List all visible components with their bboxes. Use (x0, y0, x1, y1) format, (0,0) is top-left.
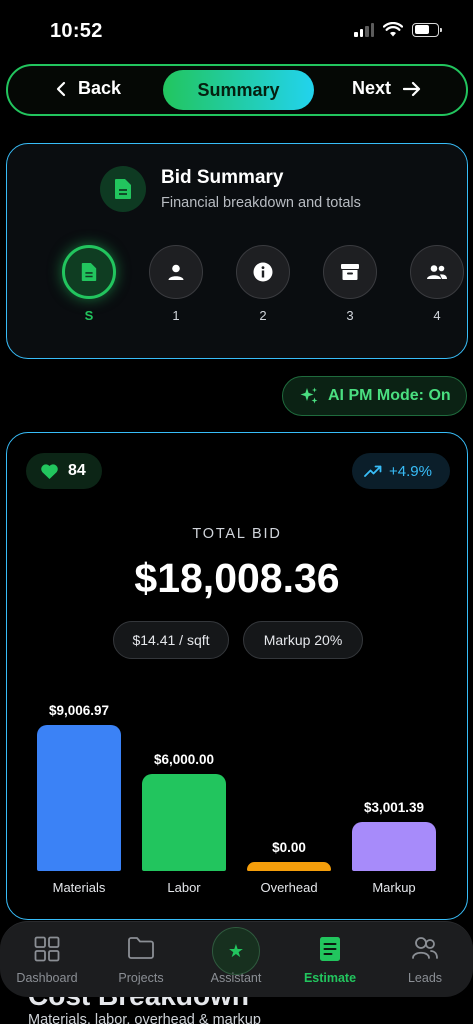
tab-estimate[interactable]: Estimate (283, 922, 377, 998)
next-button[interactable]: Next (352, 78, 421, 99)
step-summary-button[interactable] (62, 245, 116, 299)
tab-assistant[interactable]: Assistant (189, 922, 283, 998)
step-label-4: 4 (433, 308, 441, 323)
bar-markup (352, 822, 436, 871)
total-bid-card: 84 +4.9% TOTAL BID $18,008.36 $14.41 / s… (6, 432, 468, 920)
battery-icon (412, 22, 442, 37)
arrow-right-icon (403, 81, 421, 96)
tab-dashboard[interactable]: Dashboard (0, 922, 94, 998)
document-icon (81, 263, 97, 281)
user-icon (168, 264, 184, 280)
bar-value-label-overhead: $0.00 (272, 840, 306, 855)
bar-overhead (247, 862, 331, 871)
summary-step-button[interactable]: Summary (163, 70, 314, 110)
ai-pm-mode-label: AI PM Mode: On (328, 387, 451, 404)
tab-leads[interactable]: Leads (378, 922, 472, 998)
step-3-button[interactable] (323, 245, 377, 299)
info-icon (253, 262, 273, 282)
bar-category-label-overhead: Overhead (260, 880, 318, 895)
step-4-button[interactable] (410, 245, 464, 299)
bar-category-label-markup: Markup (372, 880, 416, 895)
step-2-button[interactable] (236, 245, 290, 299)
page-title: Bid Summary (161, 167, 284, 188)
users-icon (427, 265, 447, 279)
page-subtitle: Financial breakdown and totals (161, 195, 361, 211)
status-time: 10:52 (50, 20, 103, 42)
step-label-summary: S (84, 308, 94, 323)
step-label-3: 3 (346, 308, 354, 323)
grid-icon (34, 936, 60, 962)
step-navigation: Back Summary Next (6, 64, 468, 116)
price-per-sqft-chip: $14.41 / sqft (113, 621, 229, 659)
tab-label: Assistant (210, 971, 262, 985)
cellular-signal-icon (354, 22, 374, 37)
step-label-1: 1 (172, 308, 180, 323)
bottom-tab-bar: Dashboard Projects ★ Assistant Estimate (0, 921, 473, 997)
health-score-value: 84 (68, 462, 86, 479)
back-button[interactable]: Back (56, 78, 121, 99)
status-bar: 10:52 (0, 0, 473, 62)
document-icon (100, 166, 146, 212)
trending-up-icon (364, 465, 382, 477)
document-icon (320, 937, 340, 961)
total-bid-value: $18,008.36 (134, 555, 340, 601)
bar-category-label-materials: Materials (52, 880, 106, 895)
back-label: Back (78, 78, 122, 98)
bar-value-label-labor: $6,000.00 (153, 751, 215, 767)
tab-label: Estimate (303, 971, 357, 985)
sparkles-icon (300, 387, 318, 404)
bar-value-label-markup: $3,001.39 (363, 800, 425, 816)
next-label: Next (352, 78, 392, 98)
markup-chip: Markup 20% (243, 621, 363, 659)
bar-category-label-labor: Labor (167, 880, 201, 895)
bar-labor (142, 773, 226, 871)
bar-value-label-materials: $9,006.97 (48, 703, 110, 718)
chevron-left-icon (56, 81, 66, 96)
wifi-icon (383, 22, 403, 37)
health-score-badge: 84 (26, 453, 102, 489)
bid-summary-header-card: Bid Summary Financial breakdown and tota… (6, 143, 468, 359)
folder-icon (128, 937, 154, 959)
cost-breakdown-subtitle: Materials, labor, overhead & markup (28, 1012, 261, 1024)
bar-materials (37, 725, 121, 871)
heart-icon (41, 463, 58, 479)
ai-pm-mode-toggle[interactable]: AI PM Mode: On (282, 376, 467, 416)
status-icons (354, 22, 442, 37)
tab-projects[interactable]: Projects (94, 922, 188, 998)
trend-value: +4.9% (389, 462, 432, 480)
tab-label: Projects (118, 971, 164, 985)
total-bid-label: TOTAL BID (192, 526, 282, 542)
step-label-2: 2 (259, 308, 267, 323)
trend-badge: +4.9% (352, 453, 450, 489)
tab-label: Dashboard (16, 971, 78, 985)
archive-icon (341, 264, 359, 280)
tab-label: Leads (407, 971, 443, 985)
step-1-button[interactable] (149, 245, 203, 299)
users-icon (412, 937, 438, 959)
